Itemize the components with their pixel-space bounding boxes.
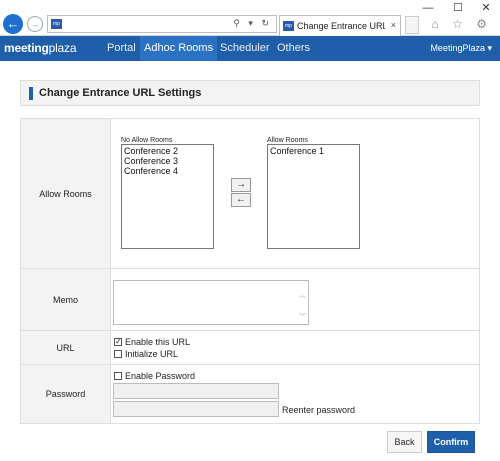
minimize-button[interactable]: — (414, 0, 442, 16)
password-row: Password Enable Password Reenter passwor… (21, 365, 479, 423)
tab-title: Change Entrance URL Setti... (297, 21, 385, 31)
address-bar[interactable]: mp ⚲ ▾ ↻ (47, 15, 277, 33)
list-item[interactable]: Conference 4 (124, 166, 211, 176)
back-button[interactable]: Back (387, 431, 422, 453)
site-favicon: mp (51, 19, 62, 29)
new-tab-button[interactable] (405, 16, 419, 34)
app-navbar: meetingplaza Portal Adhoc Rooms Schedule… (0, 36, 500, 61)
list-item[interactable]: Conference 2 (124, 146, 211, 156)
browser-titlebar: — ☐ ✕ ← → mp ⚲ ▾ ↻ mp Change Entrance UR… (0, 0, 500, 36)
confirm-button[interactable]: Confirm (427, 431, 475, 453)
toolbar-icons[interactable]: ⌂ ☆ ⚙ (432, 17, 492, 31)
nav-portal[interactable]: Portal (103, 36, 140, 61)
memo-row: Memo ︿ ﹀ (21, 269, 479, 331)
address-bar-icons[interactable]: ⚲ ▾ ↻ (233, 18, 272, 29)
move-right-button[interactable]: → (231, 178, 251, 192)
url-label: URL (21, 331, 111, 364)
tab-favicon: mp (283, 21, 294, 31)
enable-password-option[interactable]: Enable Password (114, 371, 195, 381)
nav-others[interactable]: Others (273, 36, 314, 61)
memo-textarea[interactable]: ︿ ﹀ (113, 280, 309, 325)
page-header: Change Entrance URL Settings (20, 80, 480, 106)
meetingplaza-logo[interactable]: meetingplaza (4, 41, 77, 55)
back-arrow-icon[interactable]: ← (3, 14, 23, 34)
reenter-password-label: Reenter password (282, 405, 356, 415)
user-menu[interactable]: MeetingPlaza ▾ (430, 36, 492, 61)
allow-rooms-list[interactable]: Conference 1 (267, 144, 360, 249)
password-label: Password (21, 365, 111, 423)
scroll-arrows-icon[interactable]: ︿ ﹀ (299, 285, 306, 329)
enable-url-label: Enable this URL (125, 337, 191, 347)
allow-rooms-row: Allow Rooms No Allow Rooms Conference 2 … (21, 119, 479, 269)
logo-rest: plaza (48, 41, 77, 55)
maximize-button[interactable]: ☐ (444, 0, 472, 16)
initialize-url-label: Initialize URL (125, 349, 179, 359)
nav-adhoc-rooms[interactable]: Adhoc Rooms (140, 36, 218, 61)
password-input[interactable] (113, 383, 279, 399)
reenter-password-input[interactable] (113, 401, 279, 417)
move-left-button[interactable]: ← (231, 193, 251, 207)
no-allow-rooms-list[interactable]: Conference 2 Conference 3 Conference 4 (121, 144, 214, 249)
close-window-button[interactable]: ✕ (472, 0, 500, 16)
settings-form: Allow Rooms No Allow Rooms Conference 2 … (20, 118, 480, 424)
page-title: Change Entrance URL Settings (39, 87, 202, 99)
initialize-url-option[interactable]: Initialize URL (114, 349, 178, 359)
enable-password-checkbox[interactable] (114, 372, 122, 380)
logo-bold: meeting (4, 41, 49, 55)
enable-url-checkbox[interactable]: ✓ (114, 338, 122, 346)
tab-close-icon[interactable]: × (391, 20, 396, 30)
nav-scheduler[interactable]: Scheduler (216, 36, 274, 61)
enable-url-option[interactable]: ✓ Enable this URL (114, 337, 190, 347)
allow-rooms-label: Allow Rooms (21, 119, 111, 268)
list-item[interactable]: Conference 3 (124, 156, 211, 166)
initialize-url-checkbox[interactable] (114, 350, 122, 358)
browser-tab[interactable]: mp Change Entrance URL Setti... × (279, 15, 401, 36)
no-allow-rooms-caption: No Allow Rooms (121, 137, 173, 144)
forward-arrow-icon[interactable]: → (27, 16, 43, 32)
memo-label: Memo (21, 269, 111, 330)
enable-password-label: Enable Password (125, 371, 196, 381)
title-accent-bar (29, 87, 33, 100)
list-item[interactable]: Conference 1 (270, 146, 357, 156)
url-row: URL ✓ Enable this URL Initialize URL (21, 331, 479, 365)
allow-rooms-caption: Allow Rooms (267, 137, 308, 144)
